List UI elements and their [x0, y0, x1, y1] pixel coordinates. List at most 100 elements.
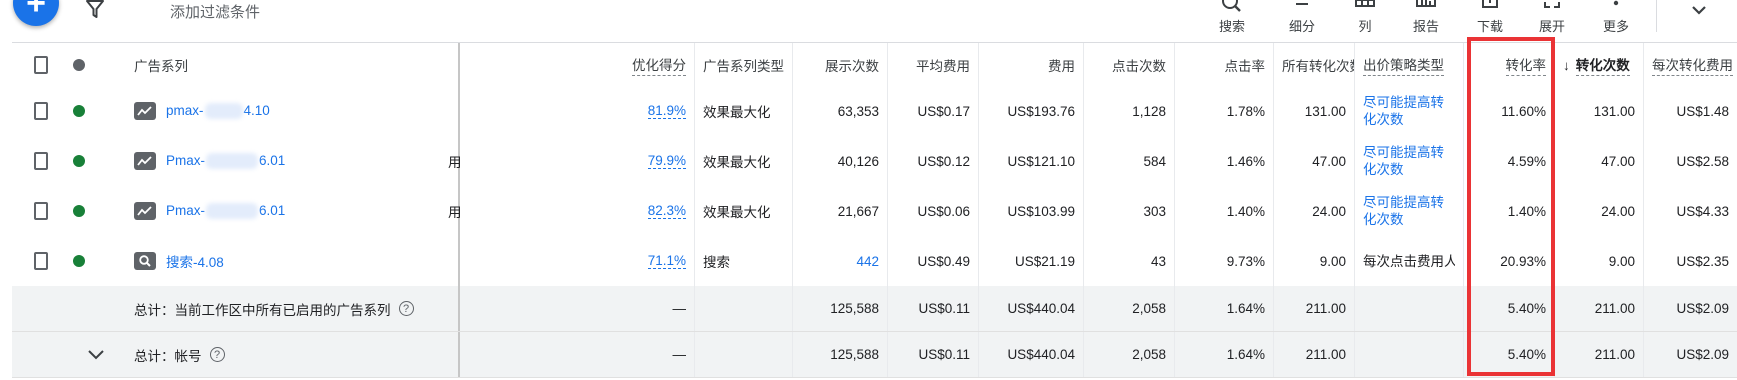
row-checkbox[interactable] — [34, 152, 48, 170]
chevron-down-icon[interactable] — [1688, 0, 1710, 22]
cell-type: 搜索 — [695, 236, 792, 286]
type-value: 效果最大化 — [703, 205, 771, 220]
cell-ctr: 9.73% — [1175, 236, 1273, 286]
row-select-cell — [26, 86, 56, 136]
add-campaign-button[interactable]: + — [13, 0, 59, 26]
enabled-status-dot[interactable] — [73, 205, 85, 217]
enabled-status-dot[interactable] — [73, 155, 85, 167]
cell-conv-rate: 4.59% — [1464, 136, 1554, 186]
header-bidding[interactable]: 出价策略类型 — [1355, 43, 1463, 87]
row-checkbox[interactable] — [34, 252, 48, 270]
header-cost-per-conv[interactable]: 每次转化费用 — [1644, 43, 1737, 87]
header-clicks[interactable]: 点击次数 — [1084, 43, 1174, 87]
table-row[interactable]: Pmax- 6.01 用 82.3% 效果最大化 21,667 US$0.06 US$103.… — [12, 186, 1737, 237]
cell-type: 效果最大化 — [695, 136, 792, 186]
filter-icon[interactable] — [84, 0, 106, 21]
campaign-name-link[interactable]: Pmax- 6.01 — [166, 153, 285, 170]
enabled-status-dot[interactable] — [73, 105, 85, 117]
row-checkbox[interactable] — [34, 102, 48, 120]
header-type[interactable]: 广告系列类型 — [695, 43, 792, 87]
impressions-value[interactable]: 442 — [856, 254, 879, 269]
header-ctr[interactable]: 点击率 — [1175, 43, 1273, 87]
cost-value: US$103.99 — [1007, 203, 1075, 219]
table-row[interactable]: pmax- 4.10 81.9% 效果最大化 63,353 US$0.17 US$193.7… — [12, 86, 1737, 137]
campaign-name-link[interactable]: Pmax- 6.01 — [166, 203, 285, 220]
total-conversions: 211.00 — [1594, 347, 1635, 362]
search-tool-button[interactable]: 搜索 — [1202, 0, 1262, 40]
cell-cost-per-conv: US$4.33 — [1644, 186, 1737, 236]
chevron-down-icon[interactable] — [86, 348, 106, 362]
total-cost: US$440.04 — [1007, 301, 1075, 316]
row-checkbox[interactable] — [34, 202, 48, 220]
columns-tool-button[interactable]: 列 — [1335, 0, 1395, 40]
campaign-name-link[interactable]: pmax- 4.10 — [166, 102, 270, 120]
score-value[interactable]: 79.9% — [647, 153, 686, 169]
campaign-name-suffix: 4.10 — [243, 102, 270, 118]
totals-label: 总计：当前工作区中所有已启用的广告系列 — [134, 302, 391, 318]
header-conversions[interactable]: ↓ 转化次数 — [1555, 43, 1643, 87]
segment-tool-label: 细分 — [1288, 19, 1315, 34]
column-divider — [1354, 286, 1355, 331]
total-clicks: 2,058 — [1132, 347, 1166, 362]
help-icon[interactable]: ? — [209, 347, 225, 362]
table-row[interactable]: 搜索-4.08 71.1% 搜索 442 US$0.49 US$21.19 43 9.73% 9… — [12, 236, 1737, 287]
header-conv-rate[interactable]: 转化率 — [1464, 43, 1554, 87]
header-score[interactable]: 优化得分 — [542, 43, 694, 87]
download-tool-label: 下载 — [1476, 19, 1503, 34]
report-tool-button[interactable]: 报告 — [1396, 0, 1456, 40]
conversions-value: 9.00 — [1608, 253, 1635, 269]
download-tool-button[interactable]: 下载 — [1460, 0, 1520, 40]
cell-type: 效果最大化 — [695, 86, 792, 136]
bidding-value[interactable]: 尽可能提高转化次数 — [1363, 194, 1455, 228]
header-impressions[interactable]: 展示次数 — [793, 43, 887, 87]
totals-label-cell: 总计：当前工作区中所有已启用的广告系列? — [126, 286, 456, 331]
cell-ctr: 1.40% — [1175, 186, 1273, 236]
clicks-value: 1,128 — [1132, 103, 1166, 119]
frozen-divider — [458, 43, 460, 87]
total-avg-cost: US$0.11 — [918, 301, 970, 316]
conv-rate-value: 11.60% — [1501, 103, 1546, 119]
header-conv-rate-label: 转化率 — [1505, 54, 1546, 76]
totals-label: 总计：帐号 — [134, 348, 202, 364]
clicks-value: 43 — [1150, 253, 1166, 269]
status-header-dot[interactable] — [73, 59, 85, 71]
cell-cost-per-conv: US$2.58 — [1644, 136, 1737, 186]
help-icon[interactable]: ? — [398, 301, 414, 316]
select-all-checkbox[interactable] — [34, 56, 48, 74]
score-value[interactable]: 71.1% — [647, 253, 686, 269]
campaign-name-link[interactable]: 搜索-4.08 — [166, 251, 224, 271]
expand-tool-button[interactable]: 展开 — [1522, 0, 1582, 40]
impressions-value: 21,667 — [837, 203, 879, 219]
campaign-name-cell: Pmax- 6.01 — [126, 186, 456, 236]
campaign-name-prefix: pmax- — [166, 102, 204, 118]
filter-input[interactable]: 添加过滤条件 — [170, 1, 260, 22]
score-value[interactable]: 82.3% — [647, 203, 686, 219]
header-avg-cost[interactable]: 平均费用 — [888, 43, 978, 87]
total-ctr: 1.64% — [1226, 347, 1265, 362]
select-all-cell — [26, 43, 56, 87]
total-score: — — [672, 301, 687, 316]
enabled-status-dot[interactable] — [73, 255, 85, 267]
cell-cost-per-conv: US$2.35 — [1644, 236, 1737, 286]
score-value[interactable]: 81.9% — [647, 103, 686, 119]
more-tool-button[interactable]: 更多 — [1586, 0, 1646, 40]
cell-ctr: 1.78% — [1175, 86, 1273, 136]
report-tool-label: 报告 — [1412, 19, 1439, 34]
type-value: 效果最大化 — [703, 105, 771, 120]
bidding-value[interactable]: 尽可能提高转化次数 — [1363, 94, 1455, 128]
cell-impressions: 21,667 — [793, 186, 887, 236]
header-all-conversions[interactable]: 所有转化次数 — [1274, 43, 1354, 87]
totals-label-cell: 总计：帐号? — [126, 332, 456, 377]
cell-conv-rate: 20.93% — [1464, 236, 1554, 286]
table-row[interactable]: Pmax- 6.01 用 79.9% 效果最大化 40,126 US$0.12 US$121.… — [12, 136, 1737, 187]
header-campaign[interactable]: 广告系列 — [126, 43, 426, 87]
avg-cost-value: US$0.12 — [917, 153, 970, 169]
header-score-label: 优化得分 — [632, 54, 686, 76]
header-cost[interactable]: 费用 — [979, 43, 1083, 87]
bidding-value[interactable]: 尽可能提高转化次数 — [1363, 144, 1455, 178]
segment-tool-button[interactable]: 细分 — [1272, 0, 1332, 40]
row-select-cell — [26, 236, 56, 286]
cell-cost: US$193.76 — [979, 86, 1083, 136]
campaign-name-prefix: 搜索-4.08 — [166, 255, 224, 270]
type-value: 搜索 — [703, 255, 730, 270]
